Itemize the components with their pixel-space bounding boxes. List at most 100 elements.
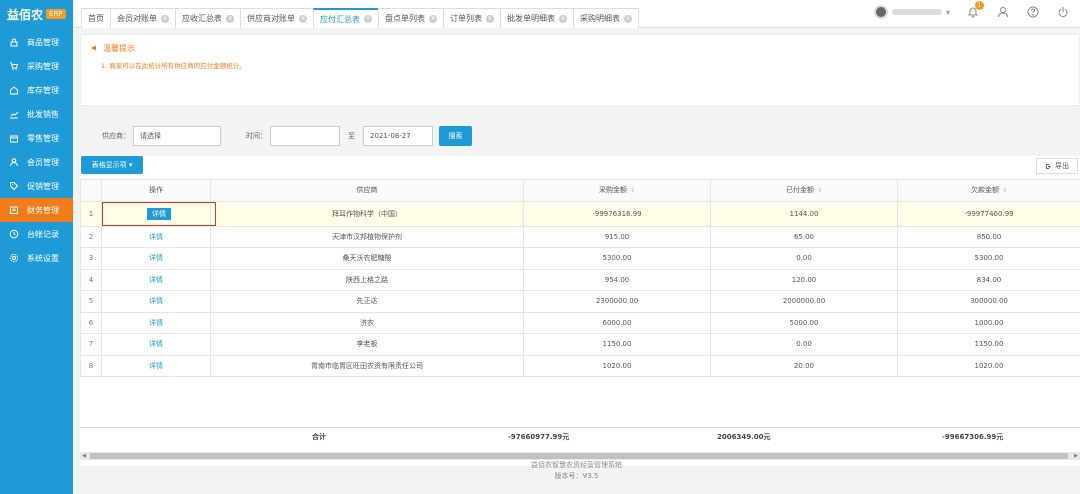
detail-link[interactable]: 详情	[149, 319, 163, 327]
sidebar-item-label: 库存管理	[27, 85, 59, 95]
column-header-3[interactable]: 采购金额 ⇕	[523, 179, 711, 202]
tab-5[interactable]: 盘点单列表 ×	[378, 8, 444, 28]
time-end-input[interactable]: 2021-08-27	[363, 126, 433, 146]
sidebar-item-4[interactable]: 零售管理	[0, 126, 73, 150]
column-header-4[interactable]: 已付金额 ⇕	[710, 179, 898, 202]
row-number: 7	[80, 333, 102, 356]
tag-icon	[9, 181, 19, 191]
paid-cell: 20.00	[710, 354, 898, 377]
export-button[interactable]: 导出	[1036, 158, 1078, 174]
time-start-input[interactable]	[270, 126, 340, 146]
scroll-left-icon[interactable]: ◀	[80, 452, 88, 460]
close-icon[interactable]: ×	[226, 14, 234, 23]
tab-0[interactable]: 首页	[81, 8, 111, 28]
brand-logo[interactable]: 益佰农 ERP	[0, 0, 73, 28]
export-label: 导出	[1055, 162, 1069, 170]
close-icon[interactable]: ×	[559, 14, 567, 23]
detail-link[interactable]: 详情	[149, 297, 163, 305]
logout-icon[interactable]	[1056, 5, 1070, 19]
sort-icon[interactable]: ⇕	[817, 187, 822, 194]
close-icon[interactable]: ×	[161, 14, 169, 23]
tab-label: 盘点单列表	[385, 14, 425, 23]
paid-cell: 5000.00	[710, 311, 898, 334]
action-cell: 详情	[101, 200, 216, 227]
table-row: 2 详情 天津市汉邦植物保护剂 915.00 65.00 850.00	[80, 225, 1080, 248]
tab-1[interactable]: 会员对账单 ×	[110, 8, 176, 28]
detail-button[interactable]: 详情	[147, 207, 171, 220]
horizontal-scrollbar[interactable]: ◀ ▶	[80, 452, 1080, 460]
close-icon[interactable]: ×	[429, 14, 437, 23]
close-icon[interactable]: ×	[364, 15, 372, 23]
scroll-right-icon[interactable]: ▶	[1072, 452, 1080, 460]
sidebar-item-8[interactable]: 台帐记录	[0, 222, 73, 246]
lock-icon	[9, 37, 19, 47]
search-button[interactable]: 搜索	[439, 126, 472, 146]
user-service-icon[interactable]	[996, 5, 1010, 19]
action-cell: 详情	[101, 354, 211, 377]
tab-6[interactable]: 订单列表 ×	[443, 8, 501, 28]
tab-7[interactable]: 批发单明细表 ×	[500, 8, 574, 28]
purchase-cell: 5300.00	[523, 247, 711, 270]
column-header-label: 供应商	[356, 186, 378, 195]
tab-3[interactable]: 供应商对账单 ×	[240, 8, 314, 28]
scroll-thumb[interactable]	[90, 453, 1068, 459]
tab-label: 会员对账单	[117, 14, 157, 23]
supplier-label: 供应商：	[102, 132, 130, 140]
sidebar-item-label: 系统设置	[27, 253, 59, 263]
sort-icon[interactable]: ⇕	[1002, 187, 1007, 194]
tab-2[interactable]: 应收汇总表 ×	[175, 8, 241, 28]
detail-link[interactable]: 详情	[149, 254, 163, 262]
close-icon[interactable]: ×	[624, 14, 632, 23]
owed-cell: 1020.00	[897, 354, 1080, 377]
close-icon[interactable]: ×	[299, 14, 307, 23]
close-icon[interactable]: ×	[486, 14, 494, 23]
tab-4[interactable]: 应付汇总表 ×	[313, 8, 379, 28]
sidebar-item-6[interactable]: 促销管理	[0, 174, 73, 198]
time-label: 时间：	[246, 132, 267, 140]
sidebar-menu: 商品管理采购管理库存管理批发销售零售管理 会员管理 促销管理 财务管理 台帐记录系统设置	[0, 30, 73, 270]
supplier-cell: 先正达	[210, 290, 524, 313]
action-cell: 详情	[101, 247, 211, 270]
sidebar-item-5[interactable]: 会员管理	[0, 150, 73, 174]
sidebar: 益佰农 ERP 商品管理采购管理库存管理批发销售零售管理 会员管理 促销管理 财务管理…	[0, 0, 73, 494]
sidebar-item-9[interactable]: 系统设置	[0, 246, 73, 270]
detail-link[interactable]: 详情	[149, 362, 163, 370]
sum-purchase: -97660977.99元	[508, 433, 570, 441]
purchase-cell: 1150.00	[523, 333, 711, 356]
column-header-1: 操作	[101, 179, 211, 202]
detail-link[interactable]: 详情	[149, 276, 163, 284]
user-menu[interactable]: ▾	[873, 5, 950, 19]
detail-link[interactable]: 详情	[149, 233, 163, 241]
brand-badge: ERP	[46, 9, 66, 19]
owed-cell: 834.00	[897, 268, 1080, 291]
table-row: 5 详情 先正达 2300000.00 2000000.00 300000.00	[80, 290, 1080, 313]
help-icon[interactable]	[1026, 5, 1040, 19]
export-icon	[1046, 163, 1051, 169]
sort-icon[interactable]: ⇕	[630, 187, 635, 194]
sidebar-item-label: 批发销售	[27, 109, 59, 119]
supplier-cell: 天津市汉邦植物保护剂	[210, 225, 524, 248]
sidebar-item-7[interactable]: 财务管理	[0, 198, 73, 222]
supplier-select[interactable]: 请选择	[133, 126, 221, 146]
paid-cell: 1144.00	[710, 200, 898, 227]
owed-cell: 1000.00	[897, 311, 1080, 334]
tab-8[interactable]: 采购明细表 ×	[573, 8, 639, 28]
table-row: 7 详情 李老板 1150.00 0.00 1150.00	[80, 333, 1080, 356]
bell-icon[interactable]: 1	[966, 1, 984, 19]
sidebar-item-label: 商品管理	[27, 37, 59, 47]
detail-link[interactable]: 详情	[149, 340, 163, 348]
column-display-button[interactable]: 表格显示项 ▾	[81, 156, 143, 174]
tab-label: 应付汇总表	[320, 14, 360, 24]
table-body: 1 详情 拜耳作物科学（中国） -99976316.99 1144.00 -9997746…	[80, 200, 1080, 377]
highlight-frame: 详情	[102, 201, 216, 226]
paid-cell: 0.00	[710, 333, 898, 356]
tip-text: 1. 商家可以在此统计所有供应商的应付金额统计。	[101, 62, 246, 70]
sidebar-item-0[interactable]: 商品管理	[0, 30, 73, 54]
sum-owed: -99667306.99元	[942, 433, 1004, 441]
sidebar-item-3[interactable]: 批发销售	[0, 102, 73, 126]
tab-label: 批发单明细表	[507, 14, 555, 23]
sidebar-item-2[interactable]: 库存管理	[0, 78, 73, 102]
sidebar-item-1[interactable]: 采购管理	[0, 54, 73, 78]
column-header-5[interactable]: 欠款金额 ⇕	[897, 179, 1080, 202]
paid-cell: 65.00	[710, 225, 898, 248]
